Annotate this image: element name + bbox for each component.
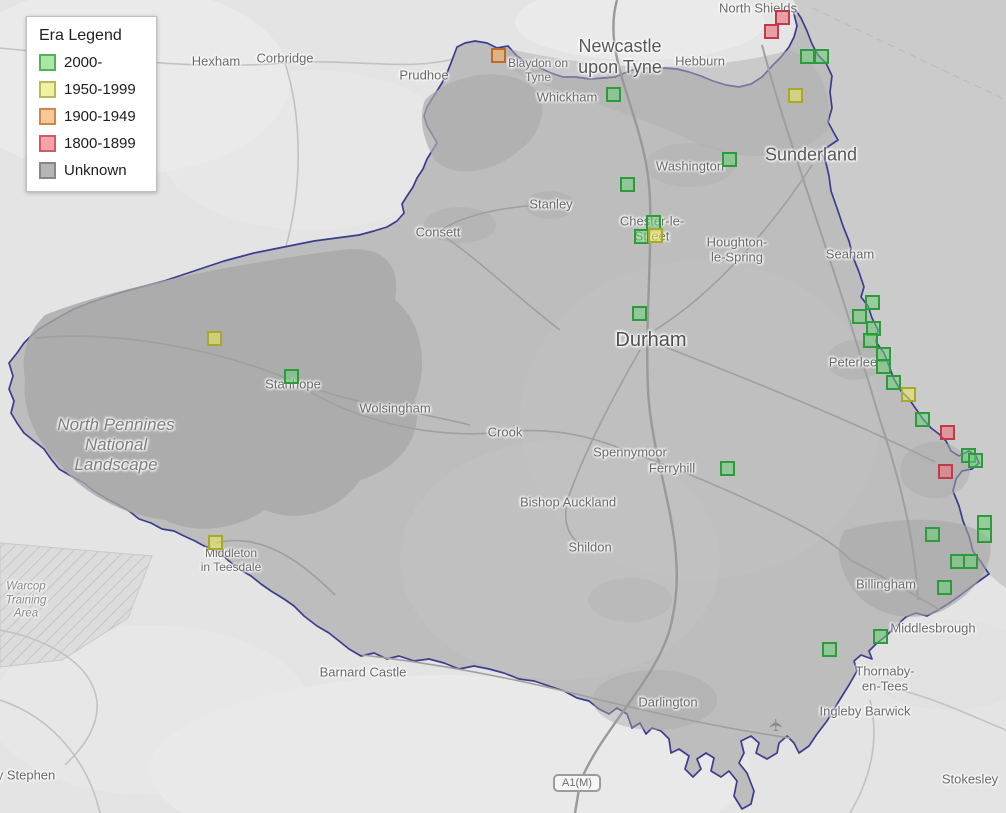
era-marker-2000[interactable] (873, 629, 888, 644)
era-marker-1900[interactable] (491, 48, 506, 63)
legend-swatch-icon (39, 81, 56, 98)
legend-item-2000: 2000- (39, 54, 144, 71)
era-marker-2000[interactable] (620, 177, 635, 192)
era-marker-2000[interactable] (963, 554, 978, 569)
legend-item-unknown: Unknown (39, 162, 144, 179)
era-marker-1800[interactable] (940, 425, 955, 440)
legend-item-1900: 1900-1949 (39, 108, 144, 125)
era-marker-2000[interactable] (632, 306, 647, 321)
legend-item-label: 2000- (64, 54, 103, 71)
era-marker-2000[interactable] (800, 49, 815, 64)
era-marker-2000[interactable] (915, 412, 930, 427)
legend-swatch-icon (39, 162, 56, 179)
legend-items: 2000- 1950-1999 1900-1949 1800-1899 Unknown (39, 54, 144, 179)
era-marker-2000[interactable] (634, 229, 649, 244)
era-marker-2000[interactable] (937, 580, 952, 595)
era-marker-2000[interactable] (606, 87, 621, 102)
legend-swatch-icon (39, 54, 56, 71)
era-marker-2000[interactable] (720, 461, 735, 476)
era-marker-1800[interactable] (764, 24, 779, 39)
legend-item-label: 1900-1949 (64, 108, 136, 125)
era-marker-2000[interactable] (284, 369, 299, 384)
era-marker-1800[interactable] (938, 464, 953, 479)
legend-item-1950: 1950-1999 (39, 81, 144, 98)
era-marker-2000[interactable] (977, 528, 992, 543)
era-marker-2000[interactable] (886, 375, 901, 390)
legend-item-label: 1800-1899 (64, 135, 136, 152)
era-marker-2000[interactable] (876, 359, 891, 374)
legend-swatch-icon (39, 135, 56, 152)
era-marker-1950[interactable] (207, 331, 222, 346)
era-marker-2000[interactable] (852, 309, 867, 324)
legend-item-1800: 1800-1899 (39, 135, 144, 152)
legend-item-label: Unknown (64, 162, 127, 179)
era-marker-1950[interactable] (648, 228, 663, 243)
era-marker-2000[interactable] (722, 152, 737, 167)
era-marker-2000[interactable] (863, 333, 878, 348)
era-legend-panel: Era Legend 2000- 1950-1999 1900-1949 1800-1… (26, 16, 157, 192)
map-canvas[interactable]: Hexham Corbridge Prudhoe Newcastle upon Tyn… (0, 0, 1006, 813)
era-marker-2000[interactable] (968, 453, 983, 468)
era-marker-2000[interactable] (822, 642, 837, 657)
era-marker-2000[interactable] (925, 527, 940, 542)
era-marker-1800[interactable] (775, 10, 790, 25)
era-marker-2000[interactable] (865, 295, 880, 310)
legend-swatch-icon (39, 108, 56, 125)
era-marker-2000[interactable] (814, 49, 829, 64)
legend-item-label: 1950-1999 (64, 81, 136, 98)
era-marker-1950[interactable] (788, 88, 803, 103)
era-marker-1950[interactable] (208, 535, 223, 550)
legend-title: Era Legend (39, 27, 122, 44)
road-badge-a1m: A1(M) (553, 774, 601, 792)
era-marker-1950[interactable] (901, 387, 916, 402)
